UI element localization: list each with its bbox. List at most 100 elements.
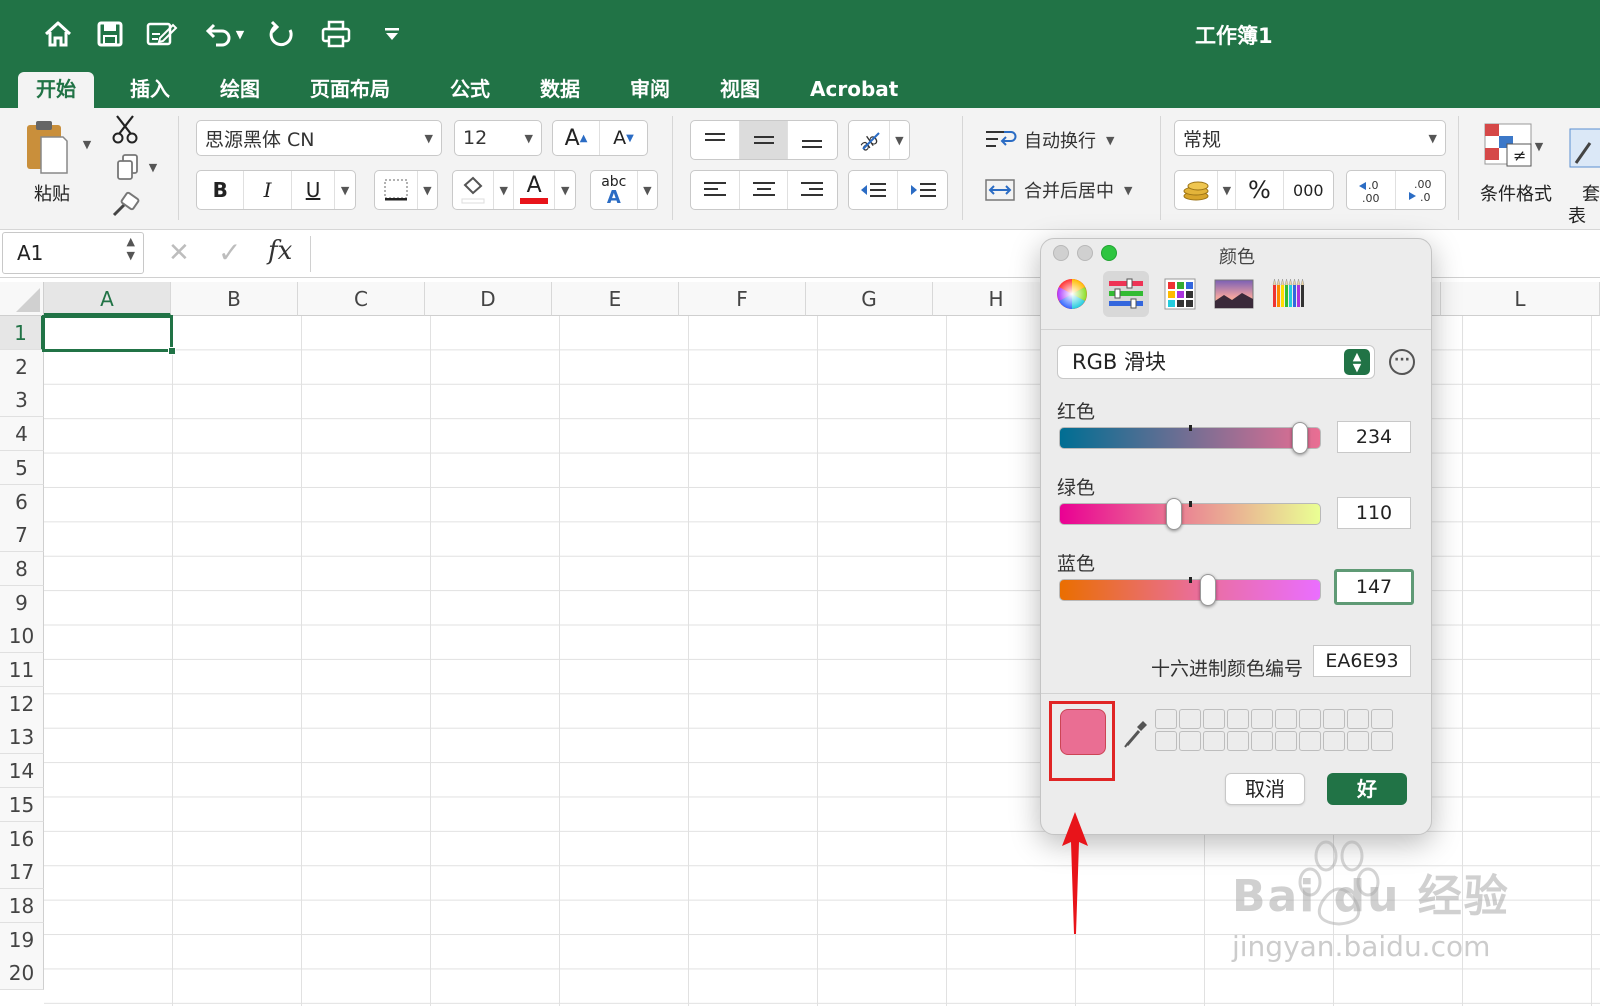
insert-function-icon[interactable]: fx	[268, 236, 292, 266]
column-header-b[interactable]: B	[171, 282, 298, 316]
paste-button[interactable]	[16, 116, 76, 178]
edit-icon[interactable]	[144, 14, 180, 54]
row-header-16[interactable]: 16	[0, 821, 44, 856]
customize-icon[interactable]	[378, 14, 406, 54]
image-palettes-tab[interactable]	[1211, 271, 1257, 317]
red-value-field[interactable]: 234	[1337, 421, 1411, 453]
tab-acrobat[interactable]: Acrobat	[806, 72, 902, 108]
row-header-19[interactable]: 19	[0, 922, 44, 957]
borders-chevron[interactable]: ▼	[418, 171, 437, 209]
red-slider-thumb[interactable]	[1292, 422, 1308, 454]
tab-draw[interactable]: 绘图	[216, 72, 264, 108]
align-right-icon[interactable]	[788, 171, 837, 209]
empty-swatch[interactable]	[1371, 731, 1393, 751]
empty-swatch[interactable]	[1227, 731, 1249, 751]
green-value-field[interactable]: 110	[1337, 497, 1411, 529]
empty-swatch[interactable]	[1371, 709, 1393, 729]
fill-color-icon[interactable]	[453, 171, 495, 209]
empty-swatch[interactable]	[1227, 709, 1249, 729]
row-header-1[interactable]: 1	[0, 316, 44, 350]
color-palettes-tab[interactable]	[1157, 271, 1203, 317]
empty-swatch[interactable]	[1251, 709, 1273, 729]
phonetic-guide-icon[interactable]: abc A	[591, 171, 638, 209]
tab-data[interactable]: 数据	[536, 72, 584, 108]
green-slider-thumb[interactable]	[1166, 498, 1182, 530]
underline-options-chevron[interactable]: ▼	[335, 171, 355, 209]
empty-swatch[interactable]	[1203, 709, 1225, 729]
blue-slider-thumb[interactable]	[1200, 574, 1216, 606]
percent-button[interactable]: %	[1236, 171, 1284, 209]
empty-swatch[interactable]	[1299, 731, 1321, 751]
green-slider[interactable]	[1059, 498, 1321, 530]
tab-home[interactable]: 开始	[18, 72, 94, 108]
row-header-13[interactable]: 13	[0, 720, 44, 755]
empty-swatch[interactable]	[1323, 709, 1345, 729]
tab-review[interactable]: 审阅	[626, 72, 674, 108]
cancel-entry-icon[interactable]: ✕	[168, 238, 190, 268]
column-header-l[interactable]: L	[1441, 282, 1600, 316]
color-wheel-tab[interactable]	[1049, 271, 1095, 317]
comma-style-button[interactable]: 000	[1284, 171, 1333, 209]
row-header-7[interactable]: 7	[0, 518, 44, 553]
bold-button[interactable]: B	[197, 171, 245, 209]
align-bottom-icon[interactable]	[788, 121, 837, 159]
cut-icon[interactable]	[108, 112, 142, 146]
merge-center-button[interactable]: 合并后居中 ▼	[984, 172, 1154, 208]
undo-icon[interactable]: ▼	[198, 14, 250, 54]
row-header-3[interactable]: 3	[0, 383, 44, 418]
column-header-c[interactable]: C	[298, 282, 425, 316]
name-box-stepper-icon[interactable]: ▲ ▼	[127, 235, 135, 263]
paste-options-chevron[interactable]: ▼	[78, 134, 96, 154]
redo-icon[interactable]	[264, 14, 300, 54]
blue-value-field[interactable]: 147	[1334, 569, 1414, 605]
empty-swatch[interactable]	[1299, 709, 1321, 729]
align-left-icon[interactable]	[691, 171, 741, 209]
column-header-f[interactable]: F	[679, 282, 806, 316]
ok-button[interactable]: 好	[1327, 773, 1407, 805]
row-header-11[interactable]: 11	[0, 653, 44, 687]
active-cell-a1[interactable]	[42, 315, 173, 352]
fill-color-chevron[interactable]: ▼	[494, 171, 515, 209]
red-slider[interactable]	[1059, 422, 1321, 454]
empty-swatch[interactable]	[1275, 709, 1297, 729]
currency-chevron[interactable]: ▼	[1218, 171, 1237, 209]
decrease-font-size-button[interactable]: A ▼	[600, 121, 647, 155]
empty-swatch[interactable]	[1251, 731, 1273, 751]
phonetic-chevron[interactable]: ▼	[638, 171, 657, 209]
hex-color-field[interactable]: EA6E93	[1313, 645, 1411, 677]
tab-page-layout[interactable]: 页面布局	[306, 72, 394, 108]
name-box[interactable]: A1 ▲ ▼	[2, 232, 144, 274]
color-sliders-tab[interactable]	[1103, 271, 1149, 317]
empty-swatch[interactable]	[1275, 731, 1297, 751]
chevron-down-icon[interactable]: ▼	[236, 28, 244, 41]
confirm-entry-icon[interactable]: ✓	[218, 236, 241, 269]
row-header-10[interactable]: 10	[0, 619, 44, 654]
row-header-4[interactable]: 4	[0, 417, 44, 452]
row-header-12[interactable]: 12	[0, 686, 44, 721]
row-header-8[interactable]: 8	[0, 551, 44, 586]
wrap-text-button[interactable]: 自动换行 ▼	[984, 122, 1134, 158]
decrease-decimal-button[interactable]: .00.0	[1396, 171, 1445, 209]
orientation-chevron[interactable]: ▼	[890, 121, 909, 159]
font-color-chevron[interactable]: ▼	[555, 171, 575, 209]
more-options-icon[interactable]: ···	[1389, 349, 1415, 375]
row-header-9[interactable]: 9	[0, 585, 44, 620]
print-icon[interactable]	[318, 14, 354, 54]
increase-decimal-button[interactable]: .0.00	[1347, 171, 1397, 209]
copy-icon[interactable]: ▼	[108, 150, 164, 184]
empty-swatch[interactable]	[1155, 709, 1177, 729]
align-middle-icon[interactable]	[740, 121, 788, 159]
row-header-5[interactable]: 5	[0, 450, 44, 485]
column-header-d[interactable]: D	[425, 282, 552, 316]
empty-swatch[interactable]	[1179, 731, 1201, 751]
empty-swatch[interactable]	[1347, 731, 1369, 751]
empty-swatch[interactable]	[1179, 709, 1201, 729]
current-color-swatch[interactable]	[1060, 709, 1106, 755]
empty-swatch[interactable]	[1203, 731, 1225, 751]
font-color-icon[interactable]: A	[514, 171, 556, 209]
conditional-format-button[interactable]: ≠ ▼	[1474, 118, 1550, 174]
empty-swatch[interactable]	[1347, 709, 1369, 729]
empty-swatch[interactable]	[1155, 731, 1177, 751]
italic-button[interactable]: I	[244, 171, 292, 209]
decrease-indent-icon[interactable]	[849, 171, 899, 209]
